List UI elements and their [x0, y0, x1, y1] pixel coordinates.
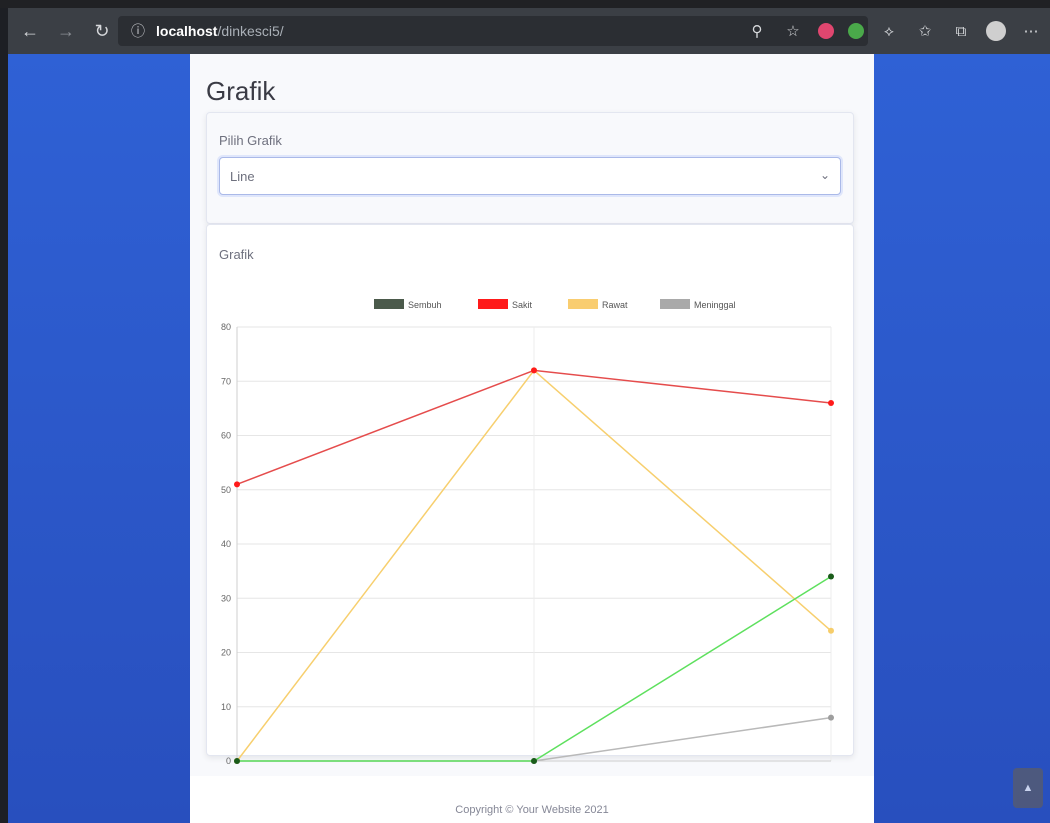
content-container: Grafik Pilih Grafik Line ⌄ Grafik 0 10 20 3… — [190, 54, 874, 823]
data-point-sakit — [828, 399, 834, 406]
url-path: /dinkesci5/ — [217, 23, 284, 39]
data-point-sembuh — [828, 573, 834, 580]
chart-card: Grafik 01020304050607080MalariaKustaTBCS… — [206, 224, 854, 765]
profile-avatar-icon[interactable] — [986, 21, 1006, 41]
extensions-puzzle-icon[interactable]: ⟡ — [878, 20, 900, 42]
legend-swatch-rawat — [568, 299, 598, 309]
zoom-icon[interactable]: ⚲ — [746, 20, 768, 42]
forward-icon[interactable]: → — [52, 17, 80, 45]
page-viewport: Grafik Pilih Grafik Line ⌄ Grafik 0 10 20 3… — [8, 54, 1050, 823]
legend-label-rawat: Rawat — [602, 300, 628, 310]
chart-type-value: Line — [230, 169, 255, 184]
url-host: localhost — [156, 23, 218, 39]
chart-type-select[interactable]: Line ⌄ — [219, 157, 841, 195]
y-tick-label: 40 — [221, 539, 231, 549]
data-point-sakit — [531, 367, 537, 374]
y-tick-label: 70 — [221, 376, 231, 386]
browser-toolbar: ← → ↻ ⓘ localhost /dinkesci5/ ⚲ ☆ ⟡ ✩ ⧉ … — [8, 8, 1050, 54]
extension-red-icon[interactable] — [818, 23, 834, 39]
y-tick-label: 30 — [221, 593, 231, 603]
legend-swatch-meninggal — [660, 299, 690, 309]
data-point-sembuh — [531, 758, 537, 764]
back-icon[interactable]: ← — [16, 17, 44, 45]
legend-swatch-sakit — [478, 299, 508, 309]
collections-icon[interactable]: ⧉ — [950, 20, 972, 42]
star-add-icon[interactable]: ☆ — [782, 20, 804, 42]
legend-label-meninggal: Meninggal — [694, 300, 736, 310]
chevron-up-icon: ▲ — [1022, 782, 1034, 794]
info-icon[interactable]: ⓘ — [126, 21, 150, 41]
y-tick-label: 20 — [221, 648, 231, 658]
y-tick-label: 80 — [221, 322, 231, 332]
y-tick-label: 10 — [221, 702, 231, 712]
more-menu-icon[interactable]: ⋯ — [1020, 20, 1042, 42]
select-label: Pilih Grafik — [219, 133, 282, 148]
window-top-strip — [0, 0, 1050, 8]
y-tick-label: 50 — [221, 485, 231, 495]
refresh-icon[interactable]: ↻ — [88, 17, 116, 45]
legend-label-sakit: Sakit — [512, 300, 533, 310]
data-point-meninggal — [828, 714, 834, 721]
scroll-to-top-button[interactable]: ▲ — [1013, 768, 1043, 808]
data-point-sembuh — [234, 758, 240, 764]
data-point-rawat — [828, 627, 834, 634]
y-tick-label: 60 — [221, 431, 231, 441]
chart-card-title: Grafik — [219, 247, 254, 262]
browser-actions: ⚲ ☆ ⟡ ✩ ⧉ ⋯ — [746, 16, 1042, 46]
y-tick-label: 0 — [226, 756, 231, 765]
legend-swatch-sembuh — [374, 299, 404, 309]
footer: Copyright © Your Website 2021 — [190, 776, 874, 823]
line-chart: 01020304050607080MalariaKustaTBCSembuhSa… — [221, 299, 834, 765]
chevron-down-icon: ⌄ — [819, 168, 830, 182]
copyright-text: Copyright © Your Website 2021 — [455, 804, 609, 816]
extension-green-icon[interactable] — [848, 23, 864, 39]
favorites-icon[interactable]: ✩ — [914, 20, 936, 42]
legend-label-sembuh: Sembuh — [408, 300, 442, 310]
chart-select-card: Pilih Grafik Line ⌄ — [206, 112, 854, 224]
data-point-sakit — [234, 481, 240, 488]
page-title: Grafik — [206, 76, 276, 106]
